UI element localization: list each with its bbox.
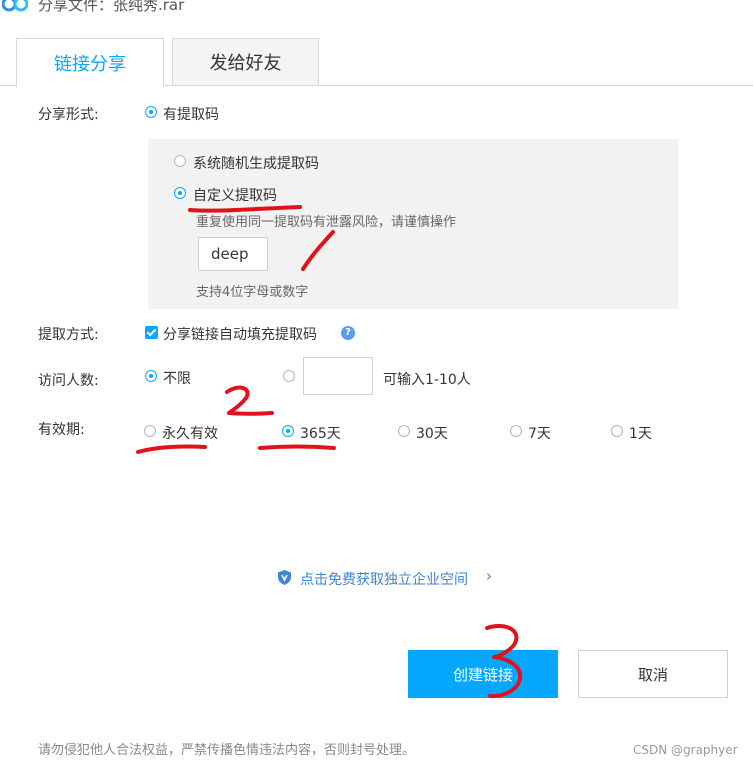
autofill-code-checkbox[interactable] [145, 326, 158, 339]
validity-1-label: 1天 [629, 426, 652, 442]
help-icon[interactable]: ? [341, 326, 355, 340]
extract-method-label: 提取方式: [38, 327, 99, 343]
visitors-unlimited-label: 不限 [163, 371, 191, 387]
validity-label: 有效期: [38, 422, 85, 438]
footer-notice: 请勿侵犯他人合法权益，严禁传播色情违法内容，否则封号处理。 [38, 743, 416, 758]
extract-code-option-label: 有提取码 [163, 107, 219, 123]
validity-7-label: 7天 [528, 426, 551, 442]
cancel-button-label: 取消 [637, 665, 668, 684]
validity-1-radio[interactable] [611, 425, 623, 437]
cancel-button[interactable]: 取消 [578, 650, 728, 698]
csdn-watermark: CSDN @graphyer [633, 743, 738, 757]
validity-30-radio[interactable] [398, 425, 410, 437]
custom-code-label: 自定义提取码 [193, 188, 277, 204]
validity-forever-radio[interactable] [144, 425, 156, 437]
share-form-label: 分享形式: [38, 107, 99, 123]
tab-label: 链接分享 [54, 54, 126, 75]
validity-7-radio[interactable] [510, 425, 522, 437]
autofill-code-label: 分享链接自动填充提取码 [163, 327, 317, 343]
enterprise-space-link[interactable]: 点击免费获取独立企业空间 [300, 569, 468, 589]
validity-365-radio[interactable] [282, 425, 294, 437]
random-code-label: 系统随机生成提取码 [193, 156, 319, 172]
annotation-underline-forever [136, 444, 207, 454]
visitors-limit-input[interactable] [303, 357, 373, 395]
visitors-limit-radio[interactable] [283, 370, 295, 382]
create-link-button[interactable]: 创建链接 [408, 650, 558, 698]
visitors-label: 访问人数: [38, 373, 99, 389]
annotation-underline-365 [258, 444, 336, 450]
chevron-right-icon: › [486, 567, 492, 585]
annotation-number-2 [225, 385, 274, 416]
tab-send-friend[interactable]: 发给好友 [172, 38, 319, 85]
validity-forever-label: 永久有效 [162, 426, 218, 442]
code-format-hint: 支持4位字母或数字 [196, 285, 309, 300]
extract-code-radio[interactable] [145, 106, 157, 118]
custom-code-input[interactable] [198, 237, 268, 271]
window-title: 分享文件：张纯秀.rar [38, 0, 185, 14]
custom-code-radio[interactable] [174, 187, 186, 199]
tab-label: 发给好友 [209, 53, 282, 74]
baidu-netdisk-logo-icon [2, 0, 28, 12]
create-link-button-label: 创建链接 [452, 665, 513, 684]
random-code-radio[interactable] [174, 155, 186, 167]
tab-link-share[interactable]: 链接分享 [16, 38, 164, 87]
title-bar: 分享文件：张纯秀.rar [0, 0, 753, 14]
visitors-limit-hint: 可输入1-10人 [383, 372, 471, 388]
validity-30-label: 30天 [416, 426, 448, 442]
validity-365-label: 365天 [300, 426, 341, 442]
shield-icon [278, 570, 291, 585]
visitors-unlimited-radio[interactable] [145, 370, 157, 382]
code-leak-warning: 重复使用同一提取码有泄露风险，请谨慎操作 [196, 215, 457, 230]
